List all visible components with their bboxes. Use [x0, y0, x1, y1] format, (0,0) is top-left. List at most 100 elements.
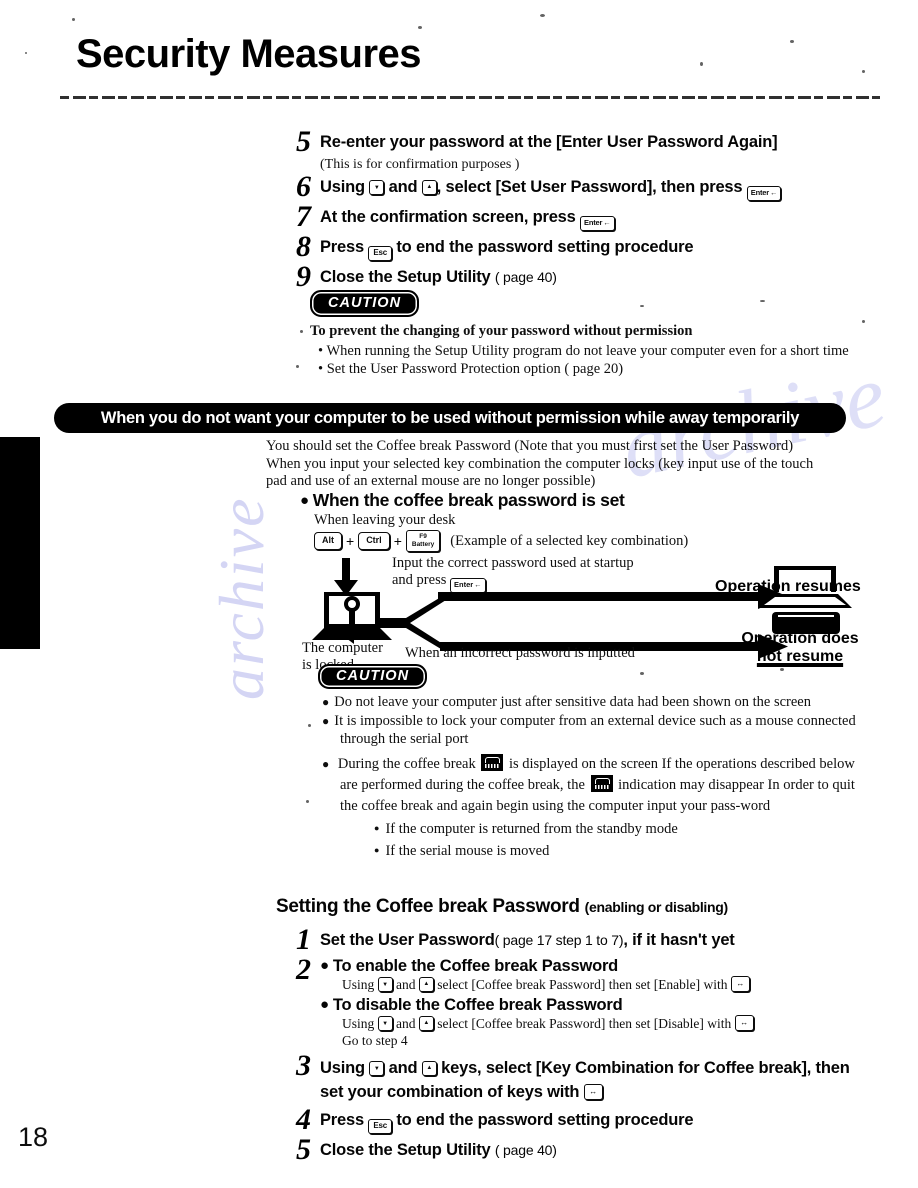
locked-line-1: The computer — [302, 640, 383, 656]
battery-label: Battery — [411, 541, 435, 548]
bottom-step-4: 4 Press Esc to end the password setting … — [296, 1105, 876, 1135]
caution-item: It is impossible to lock your computer f… — [334, 712, 863, 748]
step-text: Press Esc to end the password setting pr… — [320, 233, 694, 261]
step-text-before: Close the Setup Utility — [320, 268, 491, 286]
page-reference: ( page 40) — [494, 269, 557, 285]
goto-step-note: Go to step 4 — [342, 1033, 408, 1048]
no-resume-line-1: Operation does — [741, 630, 859, 647]
enter-key-icon: Enter — [580, 216, 615, 231]
down-arrow-key-icon — [377, 1016, 393, 1031]
scan-speck — [700, 62, 703, 66]
coffee-break-lock-icon — [590, 775, 613, 792]
down-arrow-key-icon — [369, 1061, 385, 1076]
caution-badge: CAUTION — [318, 664, 428, 689]
step-text-after: keys, select [Key Combination for Coffee — [441, 1059, 755, 1077]
scan-speck — [72, 18, 75, 21]
coffee-sub-item: If the computer is returned from the sta… — [385, 818, 863, 840]
step-text-mid: and — [388, 1059, 418, 1077]
esc-key-icon: Esc — [368, 246, 392, 261]
step-number: 6 — [296, 170, 311, 203]
step-text-before: Press — [320, 238, 364, 256]
scan-speck — [296, 365, 299, 368]
caution-box-2: CAUTION Do not leave your computer just … — [318, 664, 863, 863]
step-number: 2 — [296, 953, 311, 986]
step-8: 8 Press Esc to end the password setting … — [296, 232, 876, 262]
caution-bullet: When running the Setup Utility program d… — [326, 342, 870, 360]
step-text: Using and , select [Set User Password], … — [320, 173, 782, 201]
space-key-icon — [730, 976, 750, 992]
coffee-text-1: During the coffee break — [337, 756, 476, 772]
scan-speck — [306, 800, 309, 803]
coffee-sub-list: If the computer is returned from the sta… — [340, 818, 863, 862]
scan-speck — [862, 70, 865, 73]
step-number: 5 — [296, 125, 311, 158]
step-text: Set the User Password( page 17 step 1 to… — [320, 926, 735, 950]
scan-speck — [25, 52, 27, 54]
side-index-tab — [0, 437, 40, 649]
page-number: 18 — [18, 1122, 49, 1152]
section-heading-paren: (enabling or disabling) — [584, 899, 729, 915]
step-text-after: , select [Set User Password], then press — [436, 178, 743, 196]
step-number: 1 — [296, 923, 311, 956]
incorrect-password-note: When an incorrect password is inputted — [405, 645, 635, 661]
down-arrow-key-icon — [377, 977, 393, 992]
step-text-mid: and — [388, 178, 418, 196]
f9-battery-key-icon: F9 Battery — [405, 530, 441, 552]
proc-after: select [Coffee break Password] then set … — [437, 1016, 732, 1031]
f9-label: F9 — [419, 533, 427, 540]
intro-paragraph: You should set the Coffee break Password… — [266, 438, 866, 491]
esc-key-icon: Esc — [368, 1119, 392, 1134]
caution-bullet-list: When running the Setup Utility program d… — [310, 342, 870, 378]
step-2-content: To enable the Coffee break Password Usin… — [320, 956, 876, 1049]
bottom-step-2: 2 To enable the Coffee break Password Us… — [296, 953, 876, 1049]
space-key-icon — [734, 1015, 754, 1031]
page-title: Security Measures — [76, 32, 422, 76]
step-text-before: Using — [320, 1059, 365, 1077]
alt-key-icon: Alt — [314, 532, 342, 550]
disable-procedure: Using and select [Coffee break Password]… — [342, 1015, 876, 1032]
setting-section-heading: Setting the Coffee break Password (enabl… — [276, 896, 728, 918]
proc-before: Using — [342, 1016, 375, 1031]
plus-sign: + — [346, 533, 355, 549]
step-text: Re-enter your password at the [Enter Use… — [320, 133, 778, 151]
step-number: 5 — [296, 1133, 311, 1166]
intro-line: When you input your selected key combina… — [266, 455, 814, 472]
caution-item-coffee: During the coffee break is displayed on … — [337, 754, 863, 862]
ctrl-key-icon: Ctrl — [358, 532, 390, 550]
caution-heading: To prevent the changing of your password… — [310, 323, 693, 339]
watermark-left: archive — [206, 496, 277, 700]
input-line-1: Input the correct password used at start… — [392, 555, 634, 571]
step-5: 5 Re-enter your password at the [Enter U… — [296, 125, 876, 158]
step-7: 7 At the confirmation screen, press Ente… — [296, 202, 876, 232]
coffee-break-diagram: When the coffee break password is set Wh… — [300, 490, 880, 673]
caution-bullet: Set the User Password Protection option … — [327, 360, 870, 378]
caution-box-1: CAUTION To prevent the changing of your … — [310, 290, 870, 378]
up-arrow-key-icon — [418, 977, 434, 992]
up-arrow-key-icon — [421, 180, 437, 195]
proc-mid: and — [396, 1016, 416, 1031]
scanned-page: archive archive Security Measures 5 Re-e… — [0, 0, 918, 1188]
step-text-after: , if it hasn't yet — [623, 931, 735, 949]
proc-mid: and — [396, 977, 416, 992]
step-text-before: At the confirmation screen, press — [320, 208, 576, 226]
section-banner: When you do not want your computer to be… — [54, 403, 846, 433]
intro-line: You should set the Coffee break Password… — [266, 438, 794, 454]
down-arrow-key-icon — [369, 180, 385, 195]
step-text: Close the Setup Utility ( page 40) — [320, 1136, 557, 1160]
caution-item: Do not leave your computer just after se… — [334, 693, 863, 711]
title-divider — [60, 96, 880, 99]
operation-resumes-label: Operation resumes — [715, 578, 861, 595]
coffee-sub-item: If the serial mouse is moved — [385, 840, 863, 862]
proc-before: Using — [342, 977, 375, 992]
enter-key-icon: Enter — [746, 186, 782, 201]
step-text-before: Close the Setup Utility — [320, 1141, 491, 1159]
space-key-icon — [583, 1084, 603, 1100]
scan-speck — [540, 14, 545, 17]
step-text-before: Using — [320, 178, 365, 196]
disable-heading: To disable the Coffee break Password — [320, 993, 876, 1015]
step-text: Press Esc to end the password setting pr… — [320, 1106, 694, 1134]
caution-2-list: Do not leave your computer just after se… — [318, 693, 863, 862]
step-9: 9 Close the Setup Utility ( page 40) — [296, 262, 876, 292]
scan-speck — [308, 724, 311, 727]
enable-heading: To enable the Coffee break Password — [320, 956, 876, 976]
